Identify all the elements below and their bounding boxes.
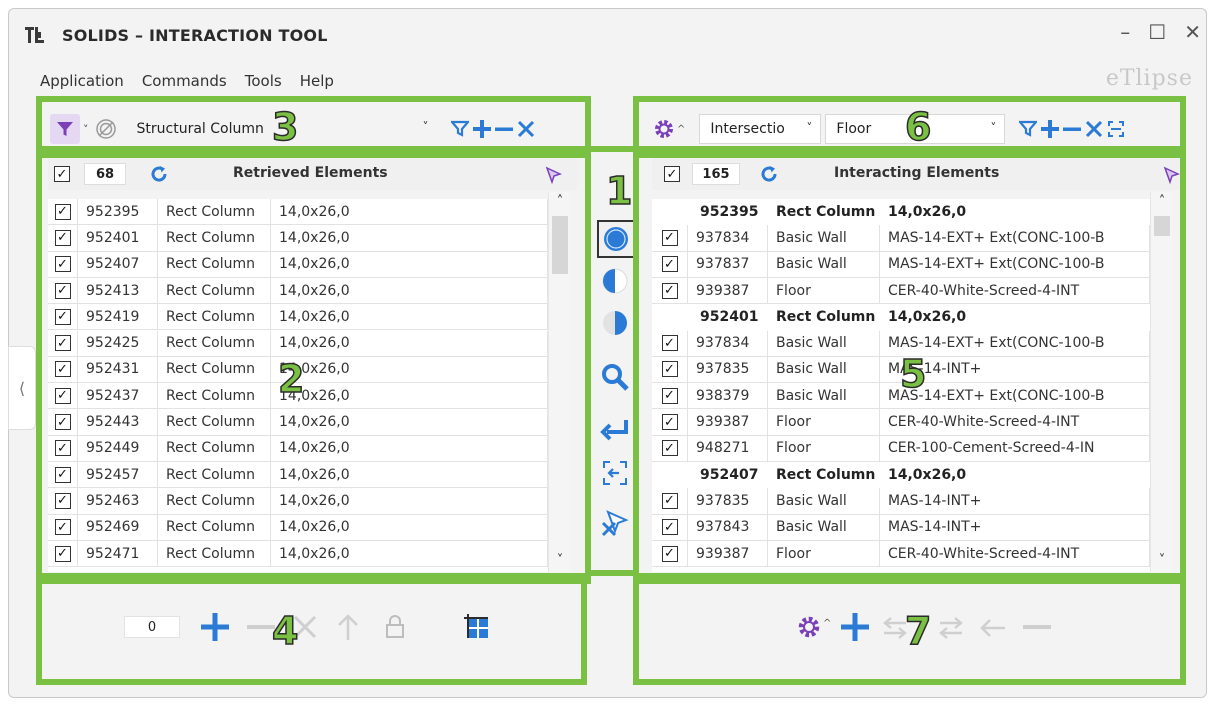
maximize-button[interactable]: ☐ [1148, 22, 1166, 42]
callout-1: 1 [605, 169, 633, 213]
callout-2: 2 [277, 357, 305, 401]
minimize-button[interactable]: – [1120, 22, 1130, 42]
brand-logo: eTlipse [1105, 66, 1193, 91]
window-controls: – ☐ ✕ [1120, 22, 1201, 42]
menu-tools[interactable]: Tools [245, 72, 282, 90]
title-bar: SOLIDS – INTERACTION TOOL [24, 20, 328, 50]
collapse-side-tab[interactable]: ⟨ [8, 346, 36, 430]
app-logo-icon [24, 24, 46, 46]
callout-3: 3 [271, 105, 299, 149]
callout-4: 4 [271, 609, 299, 653]
close-button[interactable]: ✕ [1184, 22, 1201, 42]
callout-frame-4 [36, 573, 587, 685]
chevron-left-icon: ⟨ [18, 378, 26, 398]
window-title: SOLIDS – INTERACTION TOOL [62, 25, 328, 45]
menu-bar: Application Commands Tools Help [40, 72, 334, 90]
callout-frame-2 [36, 146, 591, 584]
callout-5: 5 [899, 352, 927, 396]
callout-6: 6 [904, 105, 932, 149]
menu-commands[interactable]: Commands [142, 72, 227, 90]
callout-7: 7 [904, 609, 932, 653]
menu-application[interactable]: Application [40, 72, 124, 90]
menu-help[interactable]: Help [300, 72, 334, 90]
